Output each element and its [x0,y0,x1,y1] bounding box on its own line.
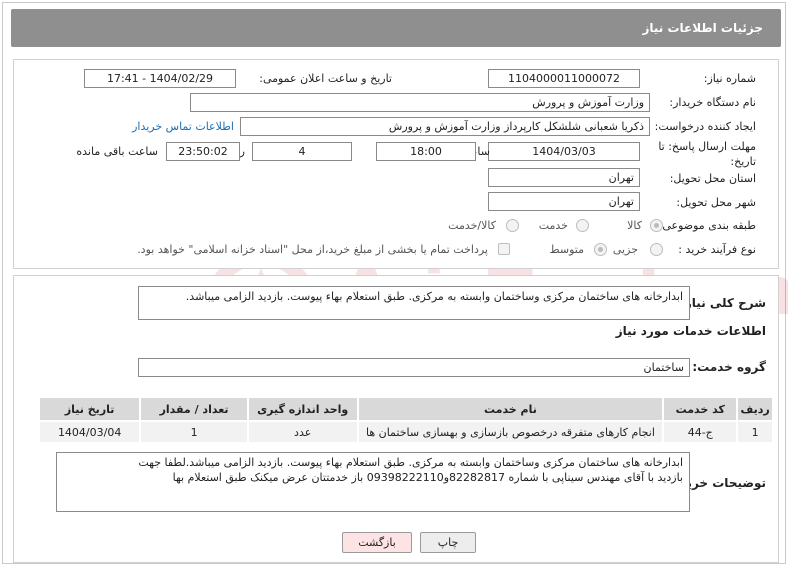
city-label: شهر محل تحویل: [676,196,756,209]
category-option-goods-service: کالا/خدمت [448,219,496,232]
services-section-title: اطلاعات خدمات مورد نیاز [615,324,766,338]
buyer-notes-textarea[interactable]: ابدارخانه های ساختمان مرکزی وساختمان واب… [56,452,690,512]
table-row[interactable]: 1 ج-44 انجام کارهای متفرقه درخصوص بازساز… [37,420,774,444]
process-type-label: نوع فرآیند خرید : [678,243,756,256]
need-info-panel: شماره نیاز: 1104000011000072 تاریخ و ساع… [13,59,779,269]
print-button[interactable]: چاپ [420,532,476,553]
cell-row: 1 [736,420,774,444]
buyer-org-label: نام دستگاه خریدار: [669,96,756,109]
cell-code: ج-44 [662,420,739,444]
col-header-code: کد خدمت [662,396,739,422]
summary-textarea[interactable]: ابدارخانه های ساختمان مرکزی وساختمان واب… [138,286,690,320]
category-option-goods: کالا [627,219,642,232]
page-container: جزئیات اطلاعات نیاز AriaTender.neT شماره… [2,2,788,564]
process-option-medium: متوسط [549,243,584,256]
cell-date: 1404/03/04 [37,420,142,444]
col-header-name: نام خدمت [356,396,665,422]
service-group-label: گروه خدمت: [692,360,766,374]
col-header-date: تاریخ نیاز [37,396,142,422]
need-number-label: شماره نیاز: [703,72,756,85]
province-field[interactable]: تهران [488,168,640,187]
services-table: ردیف کد خدمت نام خدمت واحد اندازه گیری ت… [37,396,774,444]
remaining-time-label: ساعت باقی مانده [76,145,158,158]
need-number-field[interactable]: 1104000011000072 [488,69,640,88]
page-title: جزئیات اطلاعات نیاز [642,21,763,35]
category-label: طبقه بندی موضوعی: [658,219,756,232]
announce-date-label: تاریخ و ساعت اعلان عمومی: [259,72,392,85]
buyer-contact-link[interactable]: اطلاعات تماس خریدار [132,120,234,133]
category-radio-service[interactable] [576,219,589,232]
cell-name: انجام کارهای متفرقه درخصوص بازسازی و بهس… [356,420,665,444]
process-radio-medium[interactable] [594,243,607,256]
city-field[interactable]: تهران [488,192,640,211]
col-header-quantity: تعداد / مقدار [139,396,249,422]
header-bar: جزئیات اطلاعات نیاز [11,9,781,47]
cell-unit: عدد [246,420,359,444]
category-radio-goods[interactable] [650,219,663,232]
remaining-time-field[interactable]: 23:50:02 [166,142,240,161]
days-field[interactable]: 4 [252,142,352,161]
deadline-date-field[interactable]: 1404/03/03 [488,142,640,161]
province-label: استان محل تحویل: [669,172,756,185]
deadline-label: مهلت ارسال پاسخ: تا [658,140,756,153]
process-radio-minor[interactable] [650,243,663,256]
cell-quantity: 1 [139,420,249,444]
process-option-minor: جزیی [612,243,638,256]
category-option-service: خدمت [538,219,568,232]
deadline-time-field[interactable]: 18:00 [376,142,476,161]
category-radio-goods-service[interactable] [506,219,519,232]
creator-field[interactable]: ذکریا شعبانی شلشکل کارپرداز وزارت آموزش … [240,117,650,136]
treasury-payment-note: پرداخت تمام یا بخشی از مبلغ خرید،از محل … [137,243,488,256]
creator-label: ایجاد کننده درخواست: [654,120,756,133]
col-header-row: ردیف [736,396,774,422]
announce-date-field[interactable]: 1404/02/29 - 17:41 [84,69,236,88]
service-group-field[interactable]: ساختمان [138,358,690,377]
summary-text: ابدارخانه های ساختمان مرکزی وساختمان واب… [185,290,683,303]
col-header-unit: واحد اندازه گیری [246,396,359,422]
treasury-payment-checkbox[interactable] [498,243,510,255]
buyer-org-field[interactable]: وزارت آموزش و پرورش [190,93,650,112]
buyer-notes-line-2: بازدید با آقای مهندس سیناپی با شماره 822… [172,471,683,484]
buyer-notes-line-1: ابدارخانه های ساختمان مرکزی وساختمان واب… [138,456,683,469]
need-details-panel: شرح کلی نیاز: ابدارخانه های ساختمان مرکز… [13,275,779,563]
summary-label: شرح کلی نیاز: [680,296,766,310]
services-table-header: ردیف کد خدمت نام خدمت واحد اندازه گیری ت… [37,396,774,422]
back-button[interactable]: بازگشت [342,532,412,553]
deadline-label-date: تاریخ: [730,155,756,168]
